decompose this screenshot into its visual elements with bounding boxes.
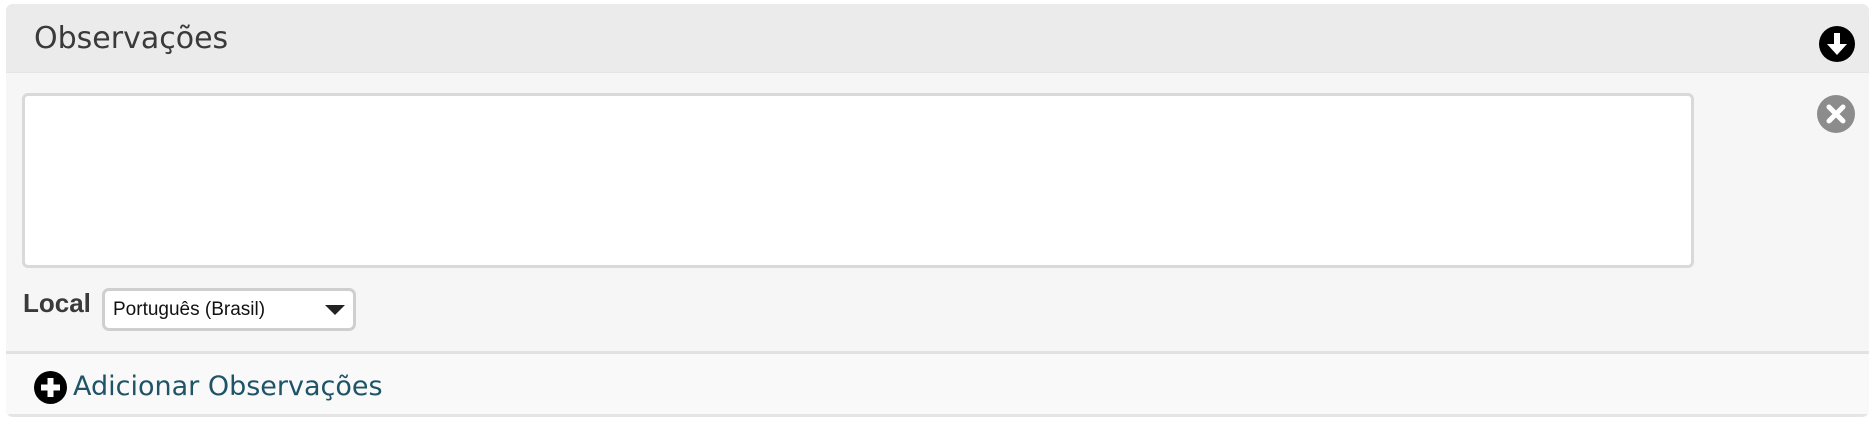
- panel-title: Observações: [34, 21, 229, 56]
- add-observation-link[interactable]: Adicionar Observações: [34, 370, 383, 404]
- plus-circle-icon: [34, 370, 67, 404]
- observation-entry: Local Português (Brasil): [6, 73, 1869, 351]
- locale-select[interactable]: Português (Brasil): [102, 288, 356, 331]
- arrow-down-circle-icon: [1819, 26, 1855, 62]
- add-observation-label: Adicionar Observações: [73, 371, 383, 402]
- panel-header: Observações: [6, 4, 1869, 72]
- close-circle-icon: [1817, 95, 1855, 133]
- remove-observation-button[interactable]: [1817, 95, 1855, 133]
- observation-textarea[interactable]: [22, 93, 1694, 268]
- collapse-button[interactable]: [1819, 26, 1855, 62]
- locale-select-value: Português (Brasil): [113, 299, 266, 320]
- locale-label: Local: [23, 288, 91, 318]
- panel-footer: Adicionar Observações: [6, 354, 1869, 414]
- chevron-down-icon: [325, 305, 345, 315]
- observations-panel: Observações Local Português (Brasil) Adi…: [6, 4, 1869, 417]
